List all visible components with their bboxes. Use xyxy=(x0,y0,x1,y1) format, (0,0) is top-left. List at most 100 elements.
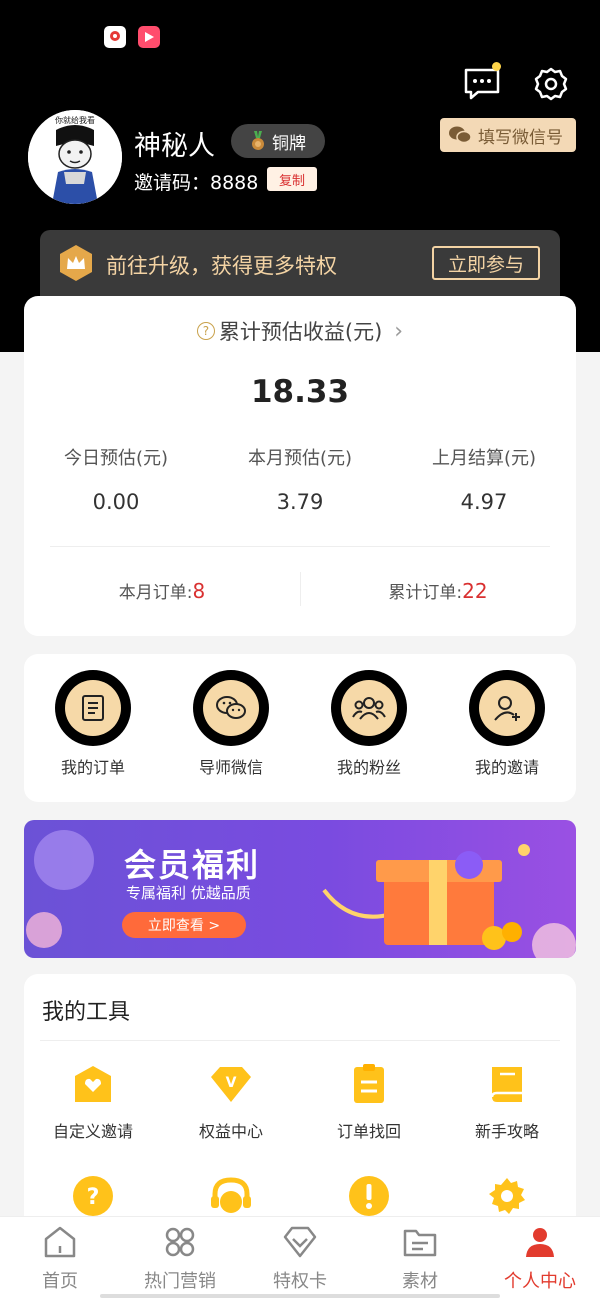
quick-label: 我的订单 xyxy=(60,758,125,777)
tool-alert[interactable] xyxy=(300,1174,438,1222)
svg-text:V: V xyxy=(226,1075,237,1091)
diamond-icon xyxy=(283,1226,317,1258)
username: 神秘人 xyxy=(134,131,215,162)
gear-icon[interactable] xyxy=(531,64,571,104)
stat-label: 上月结算(元) xyxy=(431,448,537,469)
map-app-icon xyxy=(104,26,126,48)
home-icon xyxy=(44,1226,76,1258)
orders-label: 本月订单: xyxy=(118,583,193,603)
folder-icon xyxy=(403,1229,437,1257)
orders-count: 8 xyxy=(192,579,206,603)
tools-title: 我的工具 xyxy=(42,1000,131,1025)
quick-my-invites[interactable]: 我的邀请 xyxy=(438,670,576,778)
tool-label: 权益中心 xyxy=(198,1122,263,1141)
fill-wechat-tip[interactable]: 填写微信号 xyxy=(440,118,576,152)
tab-label: 特权卡 xyxy=(273,1271,327,1292)
tab-home[interactable]: 首页 xyxy=(0,1223,120,1293)
tab-personal-center[interactable]: 个人中心 xyxy=(480,1223,600,1293)
banner-title: 会员福利 xyxy=(124,846,261,884)
tool-label: 新手攻略 xyxy=(474,1122,539,1141)
invite-user-icon xyxy=(494,696,520,721)
person-icon xyxy=(526,1228,554,1257)
quick-mentor-wechat[interactable]: 导师微信 xyxy=(162,670,300,778)
tool-beginner-guide[interactable]: 新手攻略 xyxy=(438,1062,576,1142)
tab-label: 热门营销 xyxy=(144,1271,216,1292)
earnings-card: ? 累计预估收益(元) › 18.33 今日预估(元) 0.00 本月预估(元)… xyxy=(24,296,576,636)
stat-today: 今日预估(元) 0.00 xyxy=(24,444,208,514)
wechat-icon xyxy=(216,696,246,719)
quick-my-orders[interactable]: 我的订单 xyxy=(24,670,162,778)
quick-label: 我的邀请 xyxy=(474,758,539,777)
bottom-tab-bar: 首页 热门营销 特权卡 素材 个人中心 xyxy=(0,1216,600,1300)
order-recover-icon xyxy=(354,1064,384,1103)
tab-label: 素材 xyxy=(402,1271,438,1292)
avatar-caption: 你就给我看 xyxy=(55,115,95,125)
tool-settings[interactable] xyxy=(438,1174,576,1222)
orders-count: 22 xyxy=(462,579,488,603)
custom-invite-icon xyxy=(75,1066,111,1102)
upgrade-bar[interactable]: 前往升级，获得更多特权 立即参与 xyxy=(40,230,560,302)
avatar[interactable]: 你就给我看 xyxy=(28,110,122,204)
banner-subtitle: 专属福利 优越品质 xyxy=(126,884,251,902)
tab-materials[interactable]: 素材 xyxy=(360,1223,480,1293)
stat-value: 0.00 xyxy=(92,490,140,514)
earnings-total: 18.33 xyxy=(250,374,350,410)
member-benefits-banner[interactable]: 会员福利 专属福利 优越品质 立即查看 > xyxy=(24,820,576,958)
quick-my-fans[interactable]: 我的粉丝 xyxy=(300,670,438,778)
grid-icon xyxy=(165,1227,195,1257)
orders-label: 累计订单: xyxy=(388,583,463,603)
quick-actions-card: 我的订单 导师微信 我的粉丝 我的邀请 xyxy=(24,654,576,802)
earnings-title: 累计预估收益(元) xyxy=(218,320,383,344)
stat-value: 3.79 xyxy=(276,490,324,514)
badge-label: 铜牌 xyxy=(272,133,306,154)
tool-order-recover[interactable]: 订单找回 xyxy=(300,1062,438,1142)
upgrade-text: 前往升级，获得更多特权 xyxy=(106,254,337,278)
tool-custom-invite[interactable]: 自定义邀请 xyxy=(24,1062,162,1142)
quick-label: 导师微信 xyxy=(198,758,263,777)
stat-label: 本月预估(元) xyxy=(247,448,353,469)
orders-row: 本月订单:8 累计订单:22 xyxy=(24,560,576,616)
alert-icon xyxy=(349,1176,389,1216)
tab-label: 个人中心 xyxy=(504,1271,576,1292)
vip-diamond-icon: V xyxy=(211,1067,251,1102)
service-headset-icon xyxy=(211,1177,251,1213)
tool-rights-center[interactable]: V 权益中心 xyxy=(162,1062,300,1142)
fans-icon xyxy=(352,697,386,720)
tab-label: 首页 xyxy=(42,1271,78,1292)
invite-code: 邀请码：8888 xyxy=(134,172,259,194)
tool-service[interactable] xyxy=(162,1174,300,1222)
help-circle-icon[interactable]: ? xyxy=(196,322,215,340)
tool-label: 自定义邀请 xyxy=(52,1122,133,1141)
monthly-orders[interactable]: 本月订单:8 xyxy=(24,578,300,603)
settings-gear-icon xyxy=(489,1178,525,1214)
chevron-right-icon: › xyxy=(394,318,404,344)
divider xyxy=(50,546,550,547)
help-icon: ? xyxy=(73,1176,113,1216)
join-now-button[interactable]: 立即参与 xyxy=(432,246,540,280)
wechat-tip-label: 填写微信号 xyxy=(478,127,563,148)
banner-decoration xyxy=(26,830,576,958)
stat-this-month: 本月预估(元) 3.79 xyxy=(208,444,392,514)
total-orders[interactable]: 累计订单:22 xyxy=(300,578,576,603)
wechat-icon xyxy=(449,126,472,144)
stat-last-month: 上月结算(元) 4.97 xyxy=(392,444,576,514)
notification-dot xyxy=(492,62,501,71)
guide-book-icon xyxy=(490,1067,522,1102)
medal-icon xyxy=(252,131,264,150)
level-badge[interactable]: 铜牌 xyxy=(231,124,325,158)
tab-hot-marketing[interactable]: 热门营销 xyxy=(120,1223,240,1293)
stat-label: 今日预估(元) xyxy=(63,448,169,469)
copy-button[interactable]: 复制 xyxy=(267,167,317,191)
crown-icon xyxy=(60,245,92,281)
video-app-icon xyxy=(138,26,160,48)
tool-help[interactable]: ? xyxy=(24,1174,162,1222)
stat-value: 4.97 xyxy=(460,490,508,514)
tab-privilege-card[interactable]: 特权卡 xyxy=(240,1223,360,1293)
earnings-title-row[interactable]: ? 累计预估收益(元) › xyxy=(24,316,576,346)
divider xyxy=(40,1040,560,1041)
view-now-button[interactable]: 立即查看 > xyxy=(122,912,246,938)
svg-text:?: ? xyxy=(87,1185,100,1210)
quick-label: 我的粉丝 xyxy=(336,758,401,777)
status-bar xyxy=(104,26,160,48)
order-list-icon xyxy=(82,695,104,721)
